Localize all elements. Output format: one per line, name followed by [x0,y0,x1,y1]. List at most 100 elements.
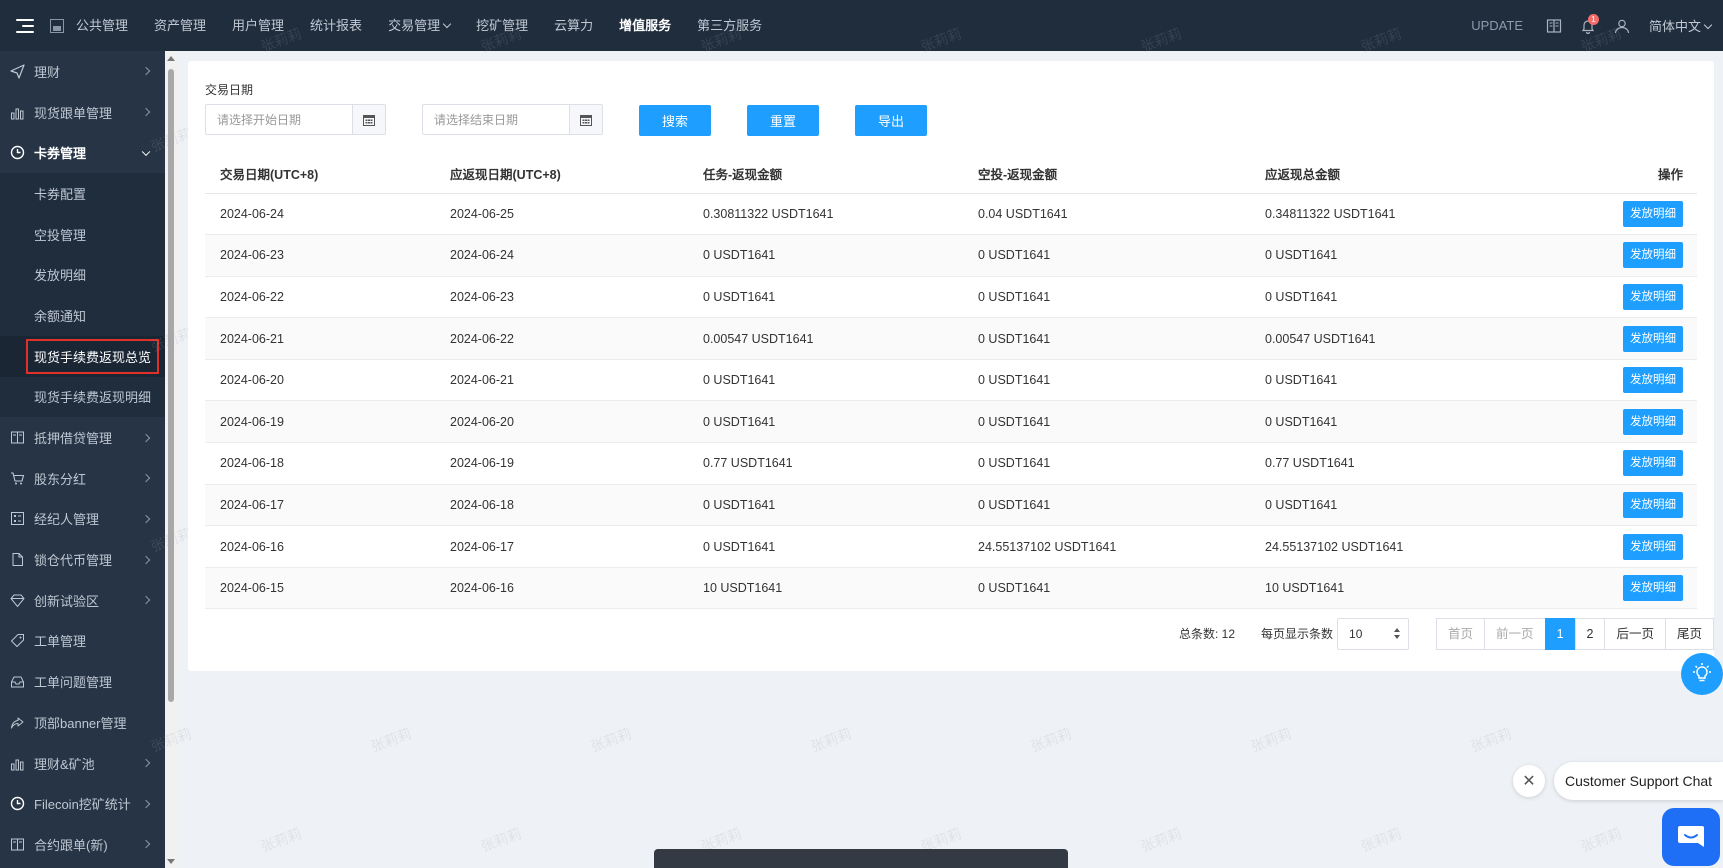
distribution-detail-button[interactable]: 发放明细 [1623,242,1683,269]
sidebar-item[interactable]: 锁仓代币管理 [0,539,165,580]
update-button[interactable]: UPDATE [1471,18,1523,33]
chat-bubble-icon[interactable] [1662,808,1720,866]
table-cell: 2024-06-18 [435,484,688,527]
sidebar-item[interactable]: 卡券管理 [0,132,165,173]
calendar-icon[interactable] [569,105,602,134]
watermark-text: 张莉莉 [808,725,854,755]
table-cell: 10 USDT1641 [1250,567,1550,610]
tag-icon [9,633,25,649]
scrollbar-thumb[interactable] [168,69,174,702]
table-cell: 0.00547 USDT1641 [688,317,963,360]
start-date-input[interactable] [206,105,352,134]
top-nav-item[interactable]: 用户管理 [219,0,297,51]
sidebar-item[interactable]: 理财&矿池 [0,743,165,784]
search-button[interactable]: 搜索 [639,105,711,136]
floating-toolbar[interactable] [654,849,1068,868]
scroll-up-arrow-icon[interactable] [167,56,175,61]
distribution-detail-button[interactable]: 发放明细 [1623,450,1683,477]
column-header: 应返现日期(UTC+8) [435,155,688,194]
top-nav-item[interactable]: 交易管理 [375,0,463,51]
end-date-input[interactable] [423,105,569,134]
watermark-text: 张莉莉 [258,825,304,855]
customer-support-chat-label[interactable]: Customer Support Chat [1554,762,1723,800]
chevron-right-icon [141,758,151,768]
sidebar-item[interactable]: 合约跟单(新) [0,824,165,865]
sidebar-item-label: 理财 [34,64,61,80]
table-header-row: 交易日期(UTC+8) 应返现日期(UTC+8) 任务-返现金额 空投-返现金额… [205,155,1697,194]
sidebar-item[interactable]: 卡券配置 [0,173,165,214]
distribution-detail-button[interactable]: 发放明细 [1623,575,1683,602]
sidebar-item[interactable]: 理财 [0,51,165,92]
top-nav-item[interactable]: 增值服务 [606,0,684,51]
sidebar-item[interactable]: 现货手续费返现总览 [0,335,165,377]
lightbulb-icon[interactable] [1681,653,1723,695]
end-date-field[interactable] [422,104,603,135]
start-date-field[interactable] [205,104,386,135]
table-cell: 0 USDT1641 [1250,484,1550,527]
distribution-detail-button[interactable]: 发放明细 [1623,533,1683,560]
first-page-button[interactable]: 首页 [1436,617,1486,650]
reset-button[interactable]: 重置 [747,105,819,136]
sidebar-item[interactable]: 创新试验区 [0,580,165,621]
table-cell: 0 USDT1641 [688,359,963,402]
sidebar-item[interactable]: 工单管理 [0,621,165,662]
table-cell: 24.55137102 USDT1641 [1250,525,1550,568]
sidebar-item[interactable]: 工单问题管理 [0,661,165,702]
distribution-detail-button[interactable]: 发放明细 [1623,367,1683,394]
distribution-detail-button[interactable]: 发放明细 [1623,283,1683,310]
sidebar-item-label: 合约跟单(新) [34,837,108,853]
sidebar-item[interactable]: 发放明细 [0,254,165,296]
menu-toggle-button[interactable] [0,0,50,51]
sidebar-scrollbar[interactable] [165,51,177,868]
last-page-button[interactable]: 尾页 [1664,617,1714,650]
sidebar-item[interactable]: 空投管理 [0,213,165,255]
sidebar-item[interactable]: 经纪人管理 [0,499,165,540]
calendar-icon[interactable] [352,105,385,134]
distribution-detail-button[interactable]: 发放明细 [1623,408,1683,435]
distribution-detail-button[interactable]: 发放明细 [1623,200,1683,227]
table-cell: 2024-06-17 [435,525,688,568]
total-label: 总条数: [1178,627,1219,641]
table-cell-action: 发放明细 [1550,317,1697,360]
top-nav-label: 资产管理 [154,18,207,33]
top-nav-item[interactable]: 第三方服务 [684,0,775,51]
sidebar-item[interactable]: 股东分红 [0,458,165,499]
top-nav-item[interactable]: 公共管理 [76,0,141,51]
sidebar-item[interactable]: Filecoin挖矿统计 [0,783,165,824]
top-nav-label: 增值服务 [619,18,672,33]
sidebar-item-label: 理财&矿池 [34,756,95,772]
top-nav-item[interactable]: 统计报表 [297,0,375,51]
sidebar-item[interactable]: 顶部banner管理 [0,702,165,743]
sidebar-item-label: 卡券配置 [34,186,87,202]
language-selector[interactable]: 简体中文 [1648,16,1713,35]
table-row: 2024-06-19 2024-06-20 0 USDT1641 0 USDT1641… [205,400,1697,444]
page-button-1[interactable]: 1 [1544,617,1576,650]
dashboard-icon [9,511,25,527]
table-cell: 2024-06-24 [205,193,435,236]
watermark-text: 张莉莉 [1358,825,1404,855]
language-label: 简体中文 [1648,19,1701,34]
scroll-down-arrow-icon[interactable] [167,859,175,864]
per-page-select[interactable]: 10 [1337,617,1410,650]
next-page-button[interactable]: 后一页 [1604,617,1666,650]
prev-page-button[interactable]: 前一页 [1484,617,1546,650]
bell-icon[interactable]: 1 [1571,0,1605,51]
sidebar-item[interactable]: 抵押借贷管理 [0,417,165,458]
sidebar-item[interactable]: 余额通知 [0,295,165,336]
top-nav-item[interactable]: 资产管理 [141,0,219,51]
table-cell: 0.77 USDT1641 [688,442,963,485]
watermark-text: 张莉莉 [1138,825,1184,855]
top-nav-item[interactable]: 云算力 [541,0,606,51]
export-button[interactable]: 导出 [855,105,927,136]
book-icon[interactable] [1537,0,1571,51]
chat-close-button[interactable]: ✕ [1513,765,1545,797]
user-icon[interactable] [1605,0,1639,51]
distribution-detail-button[interactable]: 发放明细 [1623,491,1683,518]
table-cell: 2024-06-24 [435,234,688,277]
page-button-2[interactable]: 2 [1574,617,1606,650]
sidebar-item[interactable]: 现货手续费返现明细 [0,376,165,418]
distribution-detail-button[interactable]: 发放明细 [1623,325,1683,352]
sidebar-item[interactable]: 现货跟单管理 [0,92,165,133]
top-nav-item[interactable]: 挖矿管理 [463,0,541,51]
sidebar-item-label: Filecoin挖矿统计 [34,797,131,813]
